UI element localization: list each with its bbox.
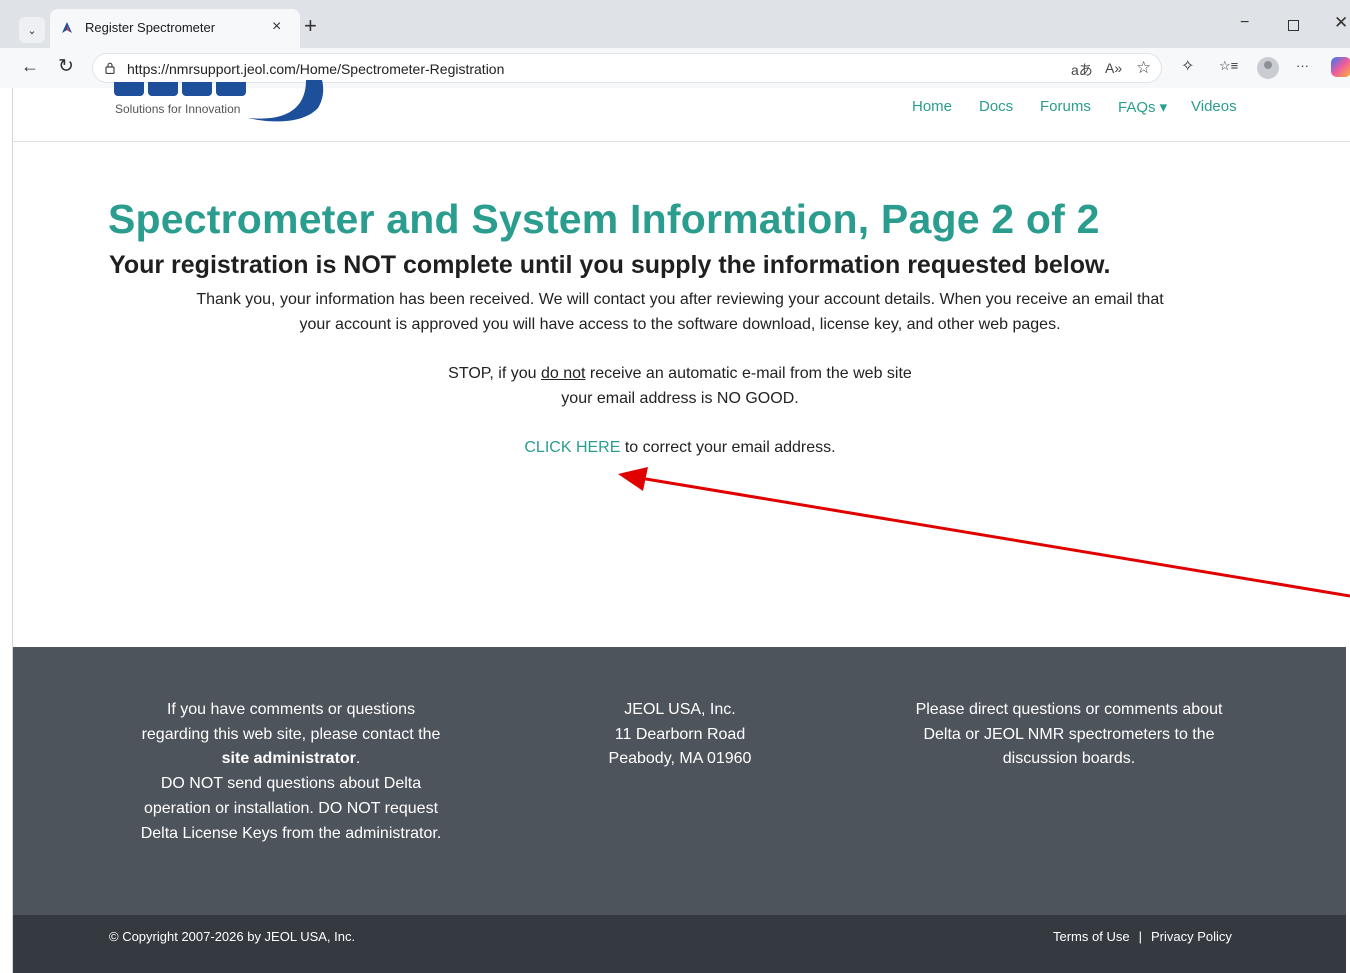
thank-you-line-2: your account is approved you will have a… bbox=[299, 316, 1061, 333]
copilot-icon[interactable] bbox=[1331, 57, 1350, 77]
footer-contact-line: operation or installation. DO NOT reques… bbox=[143, 799, 439, 817]
jeol-logo-icon[interactable] bbox=[114, 82, 250, 96]
registration-warning: Your registration is NOT complete until … bbox=[109, 251, 1111, 279]
thank-you-line-1: Thank you, your information has been rec… bbox=[196, 291, 1164, 308]
stop-message: STOP, if you do not receive an automatic… bbox=[109, 361, 1251, 411]
favorites-icon[interactable]: ☆≡ bbox=[1219, 58, 1238, 74]
terms-of-use-link[interactable]: Terms of Use bbox=[1053, 929, 1130, 944]
thank-you-message: Thank you, your information has been rec… bbox=[109, 287, 1251, 337]
profile-avatar-icon[interactable] bbox=[1257, 57, 1279, 79]
site-info-icon[interactable] bbox=[105, 62, 115, 74]
site-favicon-icon bbox=[62, 22, 72, 33]
address-bar[interactable]: https://nmrsupport.jeol.com/Home/Spectro… bbox=[92, 53, 1162, 83]
read-aloud-icon[interactable]: A» bbox=[1105, 60, 1122, 76]
translate-icon[interactable]: aあ bbox=[1071, 60, 1093, 80]
stop-line: STOP, if you do not receive an automatic… bbox=[109, 361, 1251, 386]
footer-period: . bbox=[355, 750, 361, 768]
footer-admin-line: site administrator. bbox=[111, 747, 471, 772]
tab-register-spectrometer[interactable]: Register Spectrometer × bbox=[50, 9, 300, 48]
footer-contact-line: If you have comments or questions bbox=[166, 701, 416, 718]
page-title: Spectrometer and System Information, Pag… bbox=[108, 196, 1100, 242]
favorite-star-icon[interactable]: ☆ bbox=[1136, 58, 1151, 78]
jeol-logo-swoosh-icon bbox=[248, 80, 324, 122]
web-page: Solutions for Innovation Home Docs Forum… bbox=[0, 80, 1350, 973]
footer-contact-column: If you have comments or questions regard… bbox=[111, 698, 471, 846]
copyright-text: © Copyright 2007-2026 by JEOL USA, Inc. bbox=[109, 929, 356, 944]
footer-bottom-bar: © Copyright 2007-2026 by JEOL USA, Inc. … bbox=[13, 915, 1346, 973]
do-not-underlined: do not bbox=[540, 365, 586, 382]
stop-text: STOP, if you bbox=[448, 365, 541, 382]
tab-close-icon[interactable]: × bbox=[272, 18, 281, 36]
tab-list-chevron-icon[interactable]: ⌄ bbox=[19, 17, 45, 43]
more-options-icon[interactable]: ··· bbox=[1296, 58, 1309, 73]
click-here-link[interactable]: CLICK HERE bbox=[524, 439, 620, 456]
nav-videos[interactable]: Videos bbox=[1191, 98, 1237, 115]
extensions-icon[interactable]: ✧ bbox=[1181, 56, 1194, 76]
site-footer: If you have comments or questions regard… bbox=[13, 647, 1346, 915]
footer-contact-line: regarding this web site, please contact … bbox=[141, 725, 441, 743]
footer-discussion-line: Delta or JEOL NMR spectrometers to the bbox=[923, 725, 1215, 743]
city-state-zip: Peabody, MA 01960 bbox=[608, 750, 752, 768]
nav-home[interactable]: Home bbox=[912, 98, 952, 115]
privacy-policy-link[interactable]: Privacy Policy bbox=[1151, 929, 1232, 944]
footer-address-column: JEOL USA, Inc. 11 Dearborn Road Peabody,… bbox=[580, 698, 780, 772]
minimize-icon[interactable]: − bbox=[1240, 14, 1249, 32]
company-name: JEOL USA, Inc. bbox=[624, 701, 736, 718]
window-close-icon[interactable]: ✕ bbox=[1334, 13, 1348, 33]
back-icon[interactable]: ← bbox=[21, 56, 39, 77]
nav-docs[interactable]: Docs bbox=[979, 98, 1013, 115]
no-good-line: your email address is NO GOOD. bbox=[561, 390, 799, 407]
logo-tagline: Solutions for Innovation bbox=[115, 102, 241, 116]
footer-links: Terms of Use | Privacy Policy bbox=[1053, 929, 1232, 944]
new-tab-icon[interactable]: + bbox=[304, 15, 317, 37]
footer-contact-line: DO NOT send questions about Delta bbox=[160, 775, 422, 793]
site-header: Solutions for Innovation Home Docs Forum… bbox=[13, 80, 1350, 142]
maximize-icon[interactable] bbox=[1288, 20, 1299, 31]
tab-title: Register Spectrometer bbox=[85, 20, 216, 35]
nav-faqs-dropdown[interactable]: FAQs ▾ bbox=[1118, 98, 1167, 116]
nav-forums[interactable]: Forums bbox=[1040, 98, 1091, 115]
site-administrator-link[interactable]: site administrator bbox=[222, 750, 356, 767]
footer-link-separator: | bbox=[1138, 929, 1142, 944]
stop-text-end: receive an automatic e-mail from the web… bbox=[585, 365, 912, 382]
footer-discussion-column: Please direct questions or comments abou… bbox=[869, 698, 1269, 772]
street-address: 11 Dearborn Road bbox=[614, 725, 746, 743]
reload-icon[interactable]: ↻ bbox=[58, 55, 74, 78]
footer-contact-line: Delta License Keys from the administrato… bbox=[140, 824, 442, 842]
footer-discussion-line: Please direct questions or comments abou… bbox=[915, 701, 1223, 718]
correct-email-line: CLICK HERE to correct your email address… bbox=[109, 435, 1251, 460]
url-text[interactable]: https://nmrsupport.jeol.com/Home/Spectro… bbox=[127, 61, 504, 77]
correct-email-text: to correct your email address. bbox=[620, 439, 836, 456]
discussion-boards-link[interactable]: discussion boards. bbox=[869, 747, 1269, 772]
